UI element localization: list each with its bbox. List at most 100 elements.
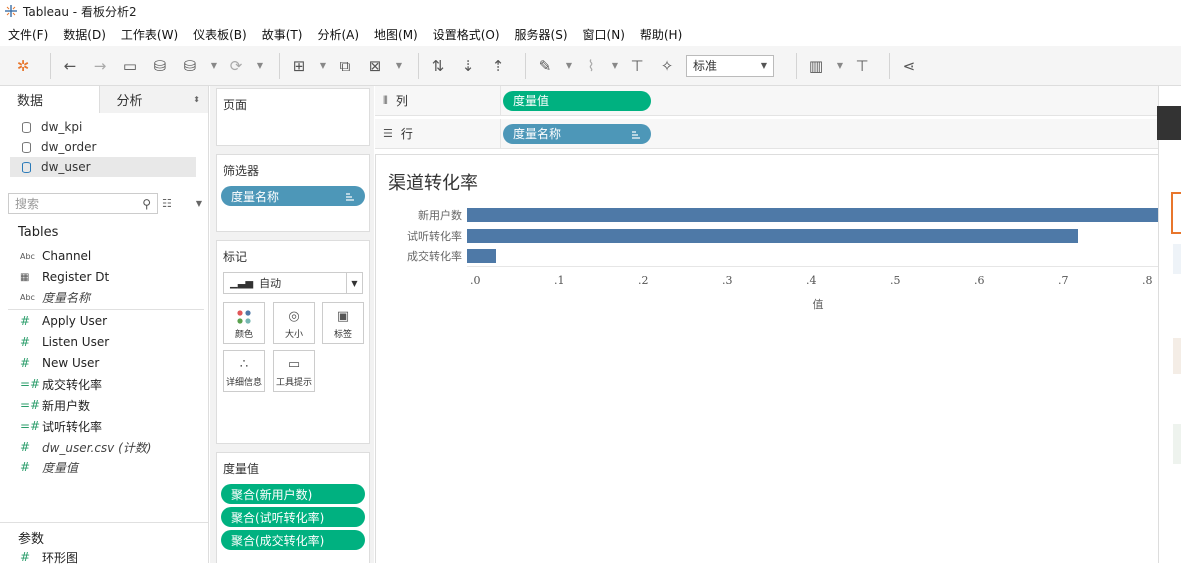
datasource-item-selected[interactable]: dw_user xyxy=(10,157,196,177)
field-measure[interactable]: # Listen User xyxy=(20,332,109,352)
menu-map[interactable]: 地图(M) xyxy=(374,26,418,43)
number-type-icon: # xyxy=(20,335,31,349)
category-label: 新用户数 xyxy=(418,209,462,222)
menu-analysis[interactable]: 分析(A) xyxy=(317,26,359,43)
size-button[interactable]: ◎ 大小 xyxy=(273,302,315,344)
detail-button[interactable]: ∴ 详细信息 xyxy=(223,350,265,392)
chart-type-thumb[interactable] xyxy=(1173,424,1181,464)
field-dimension[interactable]: ▦ Register Dt xyxy=(20,267,109,287)
rows-shelf-label-area: ☰ 行 xyxy=(375,119,501,148)
duplicate-sheet-icon[interactable]: ⧉ xyxy=(334,55,356,77)
field-measure[interactable]: =# 成交转化率 xyxy=(20,374,102,394)
show-mark-labels-icon[interactable]: ⊤ xyxy=(626,55,648,77)
x-tick-label: .0 xyxy=(470,274,481,287)
bar[interactable] xyxy=(467,229,1078,243)
toolbar-divider xyxy=(889,52,890,79)
tableau-home-icon[interactable]: ✲ xyxy=(12,55,34,77)
dropdown-icon[interactable]: ▼ xyxy=(610,55,620,77)
fix-axes-icon[interactable]: ✧ xyxy=(656,55,678,77)
dropdown-icon[interactable]: ▼ xyxy=(564,55,574,77)
color-button[interactable]: 颜色 xyxy=(223,302,265,344)
chart-type-thumb[interactable] xyxy=(1171,192,1181,234)
number-type-icon: # xyxy=(20,440,31,454)
search-input[interactable]: 搜索 ⚲ xyxy=(8,193,158,214)
field-dimension[interactable]: Abc Channel xyxy=(20,246,91,266)
menu-story[interactable]: 故事(T) xyxy=(262,26,303,43)
sort-descending-icon[interactable]: ⇡ xyxy=(487,55,509,77)
field-parameter[interactable]: # 环形图 xyxy=(20,547,78,567)
show-me-tab-icon[interactable] xyxy=(1157,106,1181,140)
menu-file[interactable]: 文件(F) xyxy=(8,26,48,43)
field-measure[interactable]: # 度量值 xyxy=(20,457,78,477)
parameters-heading: 参数 xyxy=(18,532,45,547)
menu-dashboard[interactable]: 仪表板(B) xyxy=(193,26,247,43)
size-label: 大小 xyxy=(284,329,303,340)
mark-type-select[interactable]: ▁▃▅ 自动 ▼ xyxy=(223,272,363,294)
menu-server[interactable]: 服务器(S) xyxy=(515,26,568,43)
presentation-mode-icon[interactable]: ⊤ xyxy=(851,55,873,77)
menu-help[interactable]: 帮助(H) xyxy=(640,26,682,43)
label-button[interactable]: ▣ 标签 xyxy=(322,302,364,344)
field-dimension[interactable]: Abc 度量名称 xyxy=(20,287,90,307)
field-measure[interactable]: =# 新用户数 xyxy=(20,395,90,415)
dropdown-icon[interactable]: ▼ xyxy=(394,55,404,77)
number-type-icon: # xyxy=(20,356,31,370)
field-measure[interactable]: # New User xyxy=(20,353,99,373)
field-measure[interactable]: # dw_user.csv (计数) xyxy=(20,437,151,457)
save-icon[interactable]: ▭ xyxy=(119,55,141,77)
new-datasource-icon[interactable]: ⛁ xyxy=(149,55,171,77)
divider xyxy=(8,309,204,310)
columns-shelf[interactable]: ⦀ 列 度量值 xyxy=(375,86,1158,116)
menu-window[interactable]: 窗口(N) xyxy=(583,26,625,43)
tab-data[interactable]: 数据 xyxy=(0,86,100,113)
highlight-icon[interactable]: ✎ xyxy=(534,55,556,77)
chart-type-thumb[interactable] xyxy=(1173,338,1181,374)
refresh-icon[interactable]: ⟳ xyxy=(225,55,247,77)
bar[interactable] xyxy=(467,249,497,263)
rows-pill[interactable]: 度量名称 xyxy=(503,123,651,144)
swap-rows-columns-icon[interactable]: ⇅ xyxy=(427,55,449,77)
tab-analysis[interactable]: 分析 ⬍ xyxy=(99,86,208,113)
tooltip-button[interactable]: ▭ 工具提示 xyxy=(273,350,315,392)
redo-icon[interactable]: → xyxy=(89,55,111,77)
bar[interactable] xyxy=(467,208,1158,222)
measure-pill[interactable]: 聚合(试听转化率) xyxy=(221,507,365,527)
menu-data[interactable]: 数据(D) xyxy=(63,26,106,43)
chevron-down-icon[interactable]: ▼ xyxy=(196,199,202,208)
x-axis-line xyxy=(467,266,1159,267)
chart-title: 渠道转化率 xyxy=(388,173,478,194)
clear-sheet-icon[interactable]: ⊠ xyxy=(364,55,386,77)
menu-format[interactable]: 设置格式(O) xyxy=(433,26,500,43)
pages-title: 页面 xyxy=(223,98,248,112)
view-list-icon[interactable]: ☷ xyxy=(162,197,172,210)
undo-icon[interactable]: ← xyxy=(59,55,81,77)
dropdown-icon[interactable]: ▼ xyxy=(209,55,219,77)
datasource-item[interactable]: dw_kpi xyxy=(0,117,208,137)
sort-ascending-icon[interactable]: ⇣ xyxy=(457,55,479,77)
pages-card[interactable]: 页面 xyxy=(216,88,370,146)
new-worksheet-icon[interactable]: ⊞ xyxy=(288,55,310,77)
chart-type-thumb[interactable] xyxy=(1173,244,1181,274)
filters-card[interactable]: 筛选器 度量名称 xyxy=(216,154,370,232)
measure-values-card[interactable]: 度量值 聚合(新用户数) 聚合(试听转化率) 聚合(成交转化率) xyxy=(216,452,370,563)
datasource-item[interactable]: dw_order xyxy=(0,137,208,157)
columns-pill[interactable]: 度量值 xyxy=(503,90,651,111)
viz-area[interactable]: 渠道转化率 值 新用户数 试听转化率 成交转化率 .0 .1 .2 .3 .4 .5 .6 .7 .8 xyxy=(375,154,1159,563)
show-me-icon[interactable]: ▥ xyxy=(805,55,827,77)
rows-shelf[interactable]: ☰ 行 度量名称 xyxy=(375,119,1158,149)
measure-pill[interactable]: 聚合(成交转化率) xyxy=(221,530,365,550)
field-label: dw_user.csv (计数) xyxy=(42,440,152,455)
dropdown-icon[interactable]: ▼ xyxy=(835,55,845,77)
dropdown-icon[interactable]: ▼ xyxy=(255,55,265,77)
measure-pill[interactable]: 聚合(新用户数) xyxy=(221,484,365,504)
field-measure[interactable]: =# 试听转化率 xyxy=(20,416,102,436)
x-axis-title: 值 xyxy=(812,298,824,311)
filter-pill[interactable]: 度量名称 xyxy=(221,186,365,206)
menu-worksheet[interactable]: 工作表(W) xyxy=(121,26,178,43)
share-icon[interactable]: ⋖ xyxy=(898,55,920,77)
pause-updates-icon[interactable]: ⛁ xyxy=(179,55,201,77)
field-measure[interactable]: # Apply User xyxy=(20,311,107,331)
fit-select[interactable]: 标准 ▼ xyxy=(686,54,774,77)
group-members-icon[interactable]: ⌇ xyxy=(580,55,602,77)
dropdown-icon[interactable]: ▼ xyxy=(318,55,328,77)
